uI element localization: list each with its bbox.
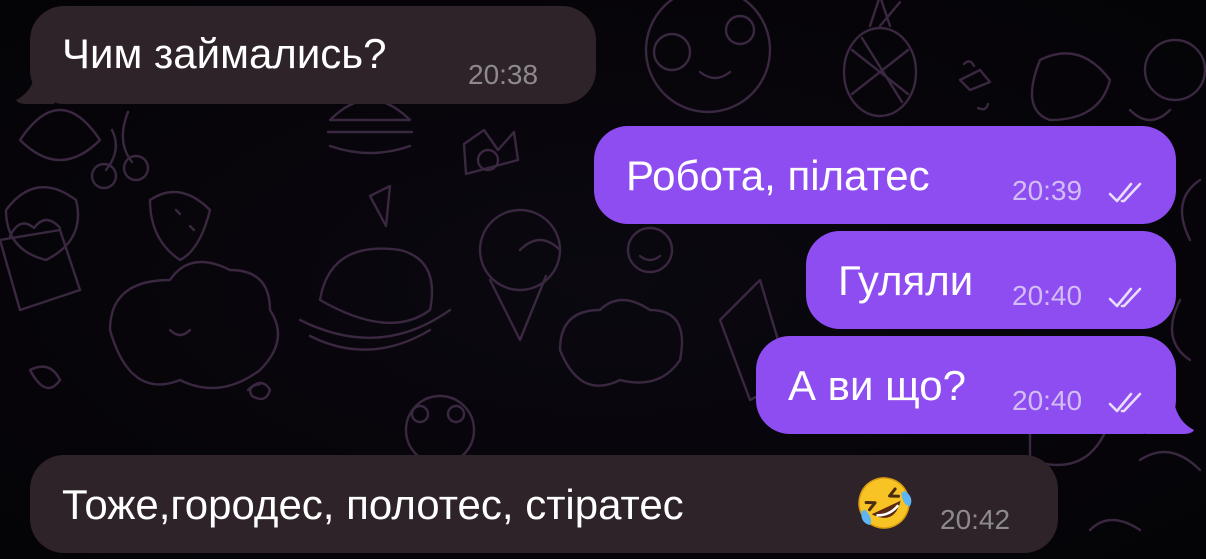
message-time: 20:40 bbox=[1012, 385, 1083, 416]
chat-view[interactable]: Чим займались? 20:38 Робота, пілатес 20:… bbox=[0, 0, 1206, 559]
message-text: Чим займались? bbox=[62, 30, 387, 77]
message-time: 20:38 bbox=[468, 59, 539, 90]
message-bubble-outgoing[interactable]: А ви що? 20:40 bbox=[756, 336, 1176, 434]
bubble-tail-outgoing bbox=[1146, 398, 1194, 434]
message-bubble-incoming[interactable]: Тоже,городес, полотес, стіратес 20:42 bbox=[30, 455, 1058, 553]
message-text: А ви що? bbox=[788, 362, 966, 409]
bubble-tail-incoming bbox=[16, 68, 54, 104]
message-time: 20:40 bbox=[1012, 280, 1083, 311]
message-time: 20:39 bbox=[1012, 175, 1083, 206]
double-check-icon bbox=[1108, 182, 1142, 203]
rolling-laughing-emoji-icon bbox=[858, 477, 912, 529]
message-bubble-incoming[interactable]: Чим займались? 20:38 bbox=[30, 6, 596, 104]
message-text: Гуляли bbox=[838, 257, 974, 304]
message-bubble-outgoing[interactable]: Робота, пілатес 20:39 bbox=[594, 126, 1176, 224]
message-text: Робота, пілатес bbox=[626, 152, 930, 199]
message-bubble-outgoing[interactable]: Гуляли 20:40 bbox=[806, 231, 1176, 329]
double-check-icon bbox=[1108, 392, 1142, 413]
message-time: 20:42 bbox=[940, 504, 1011, 535]
double-check-icon bbox=[1108, 287, 1142, 308]
message-text: Тоже,городес, полотес, стіратес bbox=[62, 481, 684, 528]
